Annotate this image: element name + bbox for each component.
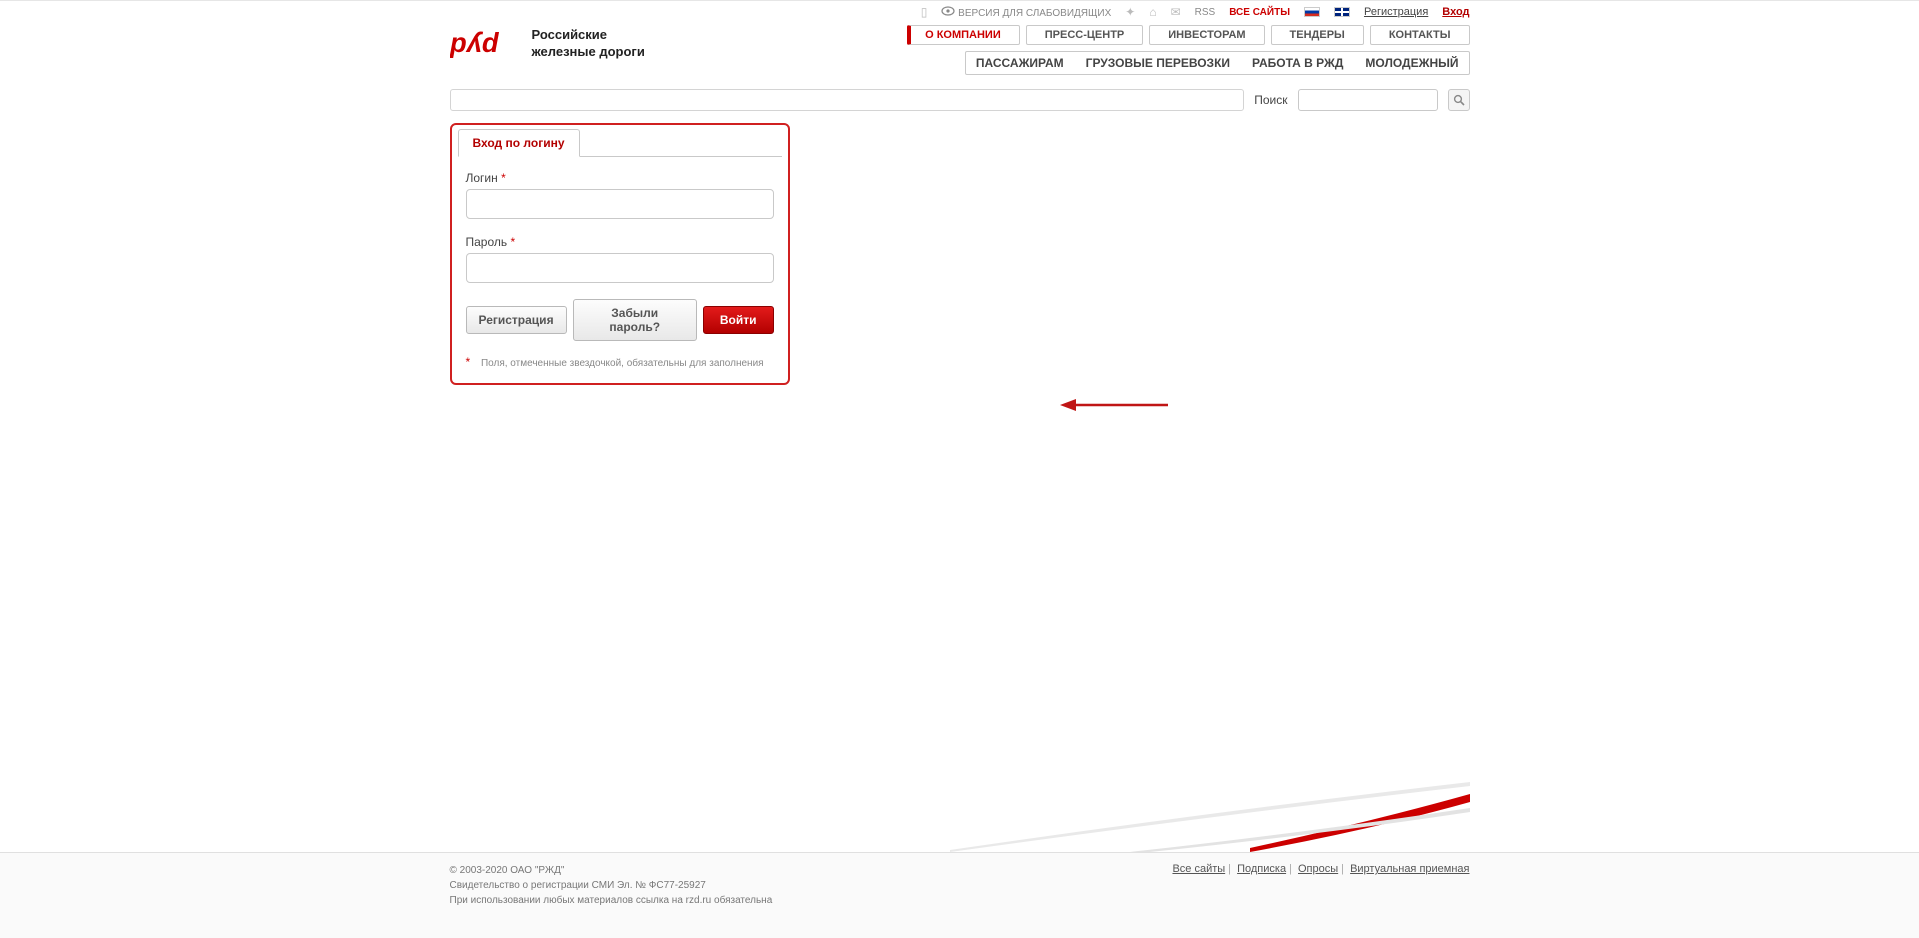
search-button[interactable] bbox=[1448, 89, 1470, 111]
logo-block[interactable]: pʎd Российские железные дороги bbox=[450, 25, 645, 61]
registration-link[interactable]: Регистрация bbox=[1364, 6, 1428, 18]
footer-decoration bbox=[450, 772, 1470, 852]
nav-cargo[interactable]: ГРУЗОВЫЕ ПЕРЕВОЗКИ bbox=[1086, 56, 1230, 70]
search-label: Поиск bbox=[1254, 93, 1287, 107]
footer-link-subscribe[interactable]: Подписка bbox=[1237, 863, 1286, 875]
required-mark: * bbox=[510, 235, 515, 249]
login-link[interactable]: Вход bbox=[1442, 6, 1469, 18]
password-input[interactable] bbox=[466, 253, 774, 283]
nav-press[interactable]: ПРЕСС-ЦЕНТР bbox=[1026, 25, 1144, 45]
footer-copyright: © 2003-2020 ОАО "РЖД" bbox=[450, 863, 773, 878]
nav-about[interactable]: О КОМПАНИИ bbox=[907, 25, 1020, 45]
footnote-text: Поля, отмеченные звездочкой, обязательны… bbox=[481, 358, 764, 369]
login-tab[interactable]: Вход по логину bbox=[458, 129, 580, 157]
search-input[interactable] bbox=[1298, 89, 1438, 111]
required-footnote: * Поля, отмеченные звездочкой, обязатель… bbox=[452, 341, 788, 373]
flag-ru-icon[interactable] bbox=[1304, 7, 1320, 17]
required-mark: * bbox=[501, 171, 506, 185]
content-area: Вход по логину Логин * Пароль * Регистра… bbox=[450, 123, 1470, 385]
footer-attribution: При использовании любых материалов ссылк… bbox=[450, 893, 773, 908]
forgot-password-button[interactable]: Забыли пароль? bbox=[573, 299, 697, 341]
logo-line1: Российские bbox=[532, 27, 645, 44]
breadcrumb-bar bbox=[450, 89, 1245, 111]
required-mark: * bbox=[466, 355, 479, 369]
footer-link-reception[interactable]: Виртуальная приемная bbox=[1350, 863, 1469, 875]
accessibility-link[interactable]: ВЕРСИЯ ДЛЯ СЛАБОВИДЯЩИХ bbox=[941, 6, 1111, 19]
search-row: Поиск bbox=[450, 89, 1470, 111]
logo-text: Российские железные дороги bbox=[532, 27, 645, 61]
login-input[interactable] bbox=[466, 189, 774, 219]
accessibility-label: ВЕРСИЯ ДЛЯ СЛАБОВИДЯЩИХ bbox=[958, 8, 1111, 19]
footer-right: Все сайты| Подписка| Опросы| Виртуальная… bbox=[1172, 863, 1469, 908]
mail-icon[interactable]: ✉ bbox=[1171, 5, 1181, 19]
nav-investors[interactable]: ИНВЕСТОРАМ bbox=[1149, 25, 1264, 45]
footer-regcert: Свидетельство о регистрации СМИ Эл. № ФС… bbox=[450, 878, 773, 893]
home-icon[interactable]: ⌂ bbox=[1149, 5, 1156, 19]
nav-tenders[interactable]: ТЕНДЕРЫ bbox=[1271, 25, 1364, 45]
nav-passengers[interactable]: ПАССАЖИРАМ bbox=[976, 56, 1064, 70]
login-label: Логин * bbox=[466, 171, 774, 185]
logo-line2: железные дороги bbox=[532, 44, 645, 61]
submit-login-button[interactable]: Войти bbox=[703, 306, 774, 334]
rzd-logo-icon: pʎd bbox=[450, 27, 522, 61]
all-sites-link[interactable]: ВСЕ САЙТЫ bbox=[1229, 7, 1290, 18]
device-icon: ▯ bbox=[921, 5, 928, 19]
password-label: Пароль * bbox=[466, 235, 774, 249]
footer-link-allsites[interactable]: Все сайты bbox=[1172, 863, 1225, 875]
nav-primary-row: О КОМПАНИИ ПРЕСС-ЦЕНТР ИНВЕСТОРАМ ТЕНДЕР… bbox=[907, 25, 1469, 45]
login-label-text: Логин bbox=[466, 171, 498, 185]
search-icon bbox=[1453, 94, 1465, 106]
footer-link-polls[interactable]: Опросы bbox=[1298, 863, 1338, 875]
sparkle-icon[interactable]: ✦ bbox=[1125, 5, 1135, 19]
nav-column: О КОМПАНИИ ПРЕСС-ЦЕНТР ИНВЕСТОРАМ ТЕНДЕР… bbox=[907, 25, 1469, 75]
footer: © 2003-2020 ОАО "РЖД" Свидетельство о ре… bbox=[0, 852, 1919, 938]
eye-icon bbox=[941, 6, 955, 19]
header-utility-row: ▯ ВЕРСИЯ ДЛЯ СЛАБОВИДЯЩИХ ✦ ⌂ ✉ RSS ВСЕ … bbox=[450, 1, 1470, 25]
login-button-row: Регистрация Забыли пароль? Войти bbox=[466, 299, 774, 341]
password-label-text: Пароль bbox=[466, 235, 508, 249]
footer-left: © 2003-2020 ОАО "РЖД" Свидетельство о ре… bbox=[450, 863, 773, 908]
header-main: pʎd Российские железные дороги О КОМПАНИ… bbox=[450, 25, 1470, 75]
registration-button[interactable]: Регистрация bbox=[466, 306, 567, 334]
nav-careers[interactable]: РАБОТА В РЖД bbox=[1252, 56, 1343, 70]
svg-text:pʎd: pʎd bbox=[450, 27, 500, 58]
login-form-panel: Вход по логину Логин * Пароль * Регистра… bbox=[450, 123, 790, 385]
nav-youth[interactable]: МОЛОДЕЖНЫЙ bbox=[1365, 56, 1458, 70]
flag-uk-icon[interactable] bbox=[1334, 7, 1350, 17]
nav-contacts[interactable]: КОНТАКТЫ bbox=[1370, 25, 1470, 45]
nav-secondary-row: ПАССАЖИРАМ ГРУЗОВЫЕ ПЕРЕВОЗКИ РАБОТА В Р… bbox=[965, 51, 1470, 75]
rss-link[interactable]: RSS bbox=[1195, 7, 1216, 18]
